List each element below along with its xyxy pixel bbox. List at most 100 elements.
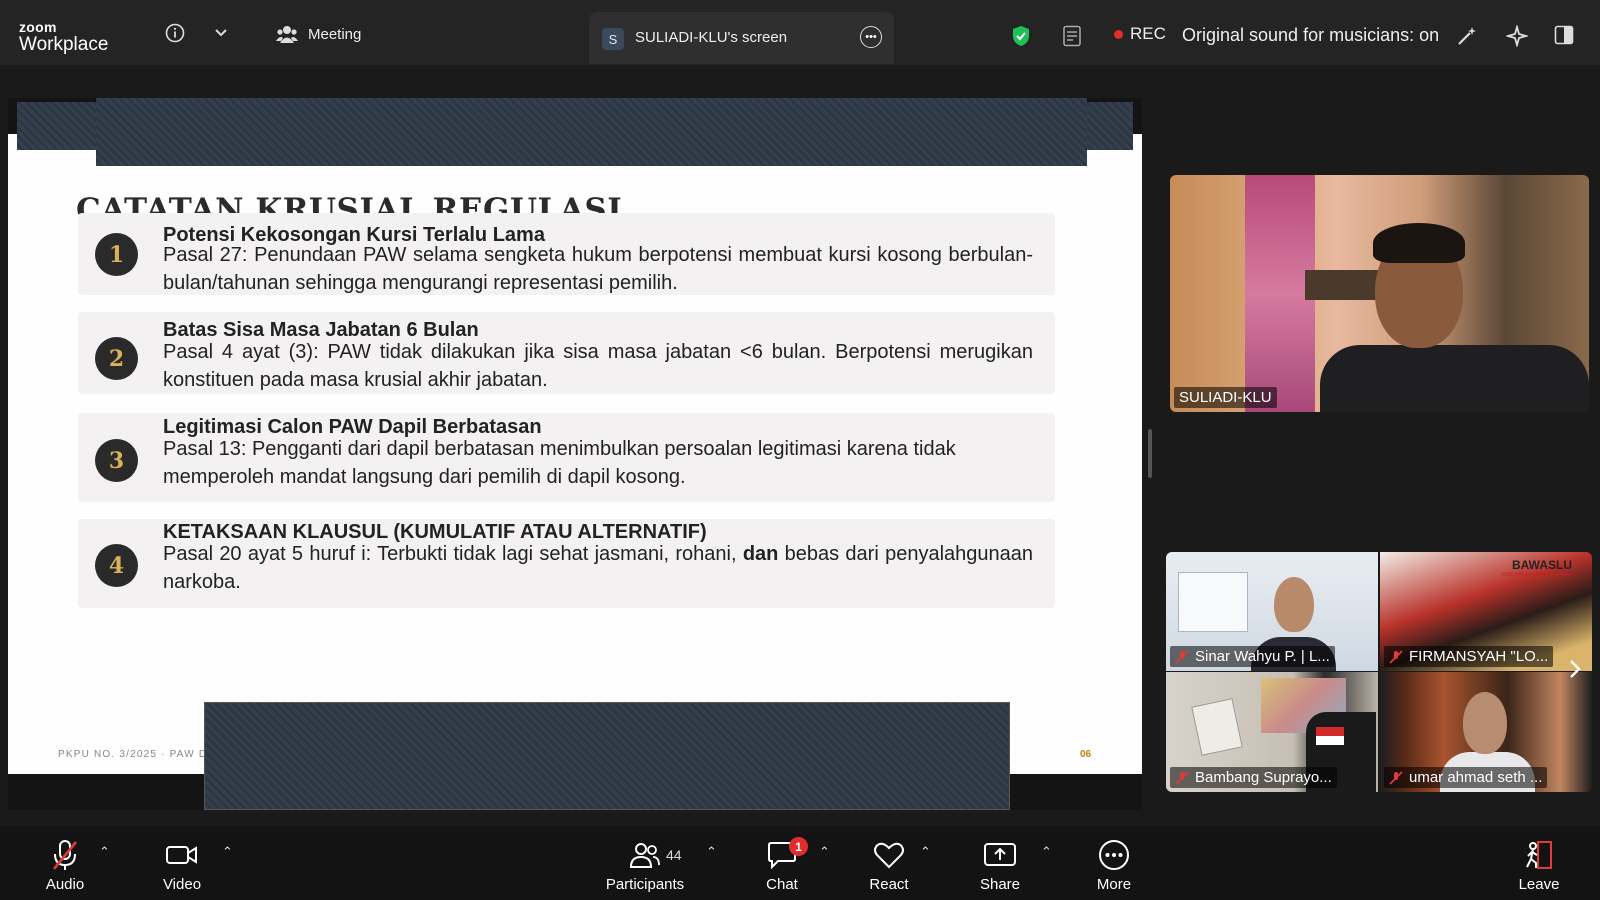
participants-icon	[628, 838, 662, 872]
more-icon	[1098, 838, 1130, 872]
chevron-right-icon[interactable]	[1568, 656, 1582, 687]
participants-button[interactable]: Participants	[600, 826, 690, 900]
share-button[interactable]: Share	[975, 826, 1025, 900]
participant-name-label: Sinar Wahyu P. | L...	[1170, 646, 1335, 667]
background-screen	[1178, 572, 1248, 632]
bawaslu-logo-subtext: KABUPATEN LOMBOK BARAT	[1502, 572, 1573, 578]
original-sound-status[interactable]: Original sound for musicians: on	[1182, 25, 1439, 46]
item-number: 1	[95, 233, 138, 276]
participant-name: Bambang Suprayo...	[1195, 769, 1332, 786]
list-item: 4 KETAKSAAN KLAUSUL (KUMULATIF ATAU ALTE…	[78, 519, 1055, 608]
react-button[interactable]: React	[864, 826, 914, 900]
mic-muted-icon	[1389, 771, 1403, 785]
background-poster	[1191, 698, 1243, 756]
speaker-body	[1320, 345, 1589, 412]
caret-up-icon[interactable]: ⌃	[706, 844, 717, 860]
logo-line2: Workplace	[19, 34, 109, 55]
item-body-bold: dan	[742, 543, 779, 565]
redaction-overlay-bottom	[204, 702, 1010, 810]
zoom-workplace-logo: zoom Workplace	[19, 20, 108, 54]
redaction-overlay-top	[96, 98, 1087, 166]
chat-label: Chat	[766, 876, 798, 893]
participant-video-tile[interactable]: BAWASLU KABUPATEN LOMBOK BARAT FIRMANSYA…	[1380, 552, 1592, 671]
slide-footer-source: PKPU NO. 3/2025 · PAW DP	[58, 749, 216, 760]
video-label: Video	[162, 876, 202, 893]
sharer-initial-badge: S	[602, 28, 624, 50]
list-item: 3 Legitimasi Calon PAW Dapil Berbatasan …	[78, 413, 1055, 502]
info-icon[interactable]	[164, 22, 186, 44]
bawaslu-logo-text: BAWASLU	[1512, 558, 1573, 572]
participant-video-tile[interactable]: umar ahmad seth ...	[1380, 672, 1592, 792]
item-number: 4	[95, 544, 138, 587]
share-label: Share	[979, 876, 1021, 893]
participant-video-tile[interactable]: Sinar Wahyu P. | L...	[1166, 552, 1378, 671]
participant-face	[1274, 577, 1314, 632]
rec-label: REC	[1130, 24, 1166, 43]
more-button[interactable]: More	[1089, 826, 1139, 900]
participant-name: Sinar Wahyu P. | L...	[1195, 648, 1330, 665]
shared-screen-area[interactable]: CATATAN KRUSIAL REGULASI 1 Potensi Kekos…	[8, 98, 1142, 810]
list-item: 2 Batas Sisa Masa Jabatan 6 Bulan Pasal …	[78, 312, 1055, 394]
mic-muted-icon	[1175, 650, 1189, 664]
people-icon	[276, 26, 298, 43]
item-body: Pasal 27: Penundaan PAW selama sengketa …	[163, 244, 1033, 294]
participant-name-label: umar ahmad seth ...	[1384, 767, 1548, 788]
leave-door-icon	[1523, 838, 1555, 872]
presentation-slide: CATATAN KRUSIAL REGULASI 1 Potensi Kekos…	[8, 134, 1142, 774]
logo-line1: zoom	[19, 19, 57, 35]
video-camera-icon	[165, 838, 199, 872]
meeting-menu[interactable]: Meeting	[276, 24, 361, 44]
shared-screen-title: SULIADI-KLU's screen	[635, 29, 788, 46]
leave-button[interactable]: Leave	[1514, 826, 1564, 900]
participants-label: Participants	[605, 876, 685, 893]
participant-name-label: FIRMANSYAH "LO...	[1384, 646, 1554, 667]
participant-video-tile[interactable]: Bambang Suprayo...	[1166, 672, 1378, 792]
participant-name: FIRMANSYAH "LO...	[1409, 648, 1549, 665]
summary-icon[interactable]	[1061, 24, 1083, 48]
video-button[interactable]: Video	[157, 826, 207, 900]
chevron-down-icon[interactable]	[212, 24, 230, 42]
resize-handle[interactable]	[1148, 429, 1152, 478]
speaker-hair	[1373, 223, 1465, 263]
bottom-toolbar: Audio ⌃ Video ⌃ Participants 44 ⌃ Chat 1…	[0, 826, 1600, 900]
more-label: More	[1096, 876, 1132, 893]
chat-unread-badge: 1	[789, 837, 808, 856]
ai-companion-icon[interactable]	[1505, 24, 1529, 48]
audio-button[interactable]: Audio	[40, 826, 90, 900]
speaker-name-label: SULIADI-KLU	[1174, 387, 1277, 408]
meeting-label: Meeting	[308, 25, 362, 43]
magic-wand-icon[interactable]	[1455, 24, 1479, 48]
item-body-pre: Pasal 20 ayat 5 huruf i: Terbukti tidak …	[163, 543, 743, 565]
item-body: Pasal 20 ayat 5 huruf i: Terbukti tidak …	[163, 540, 1033, 596]
audio-label: Audio	[45, 876, 85, 893]
react-label: React	[869, 876, 909, 893]
list-item: 1 Potensi Kekosongan Kursi Terlalu Lama …	[78, 213, 1055, 295]
heart-icon	[873, 838, 905, 872]
active-speaker-video[interactable]: SULIADI-KLU	[1170, 175, 1589, 412]
mic-muted-icon	[1389, 650, 1403, 664]
mic-muted-icon	[50, 838, 80, 872]
slide-page-number: 06	[1080, 749, 1092, 760]
caret-up-icon[interactable]: ⌃	[99, 844, 110, 860]
more-options-icon[interactable]: •••	[860, 26, 882, 48]
mic-muted-icon	[1175, 771, 1189, 785]
item-body: Pasal 4 ayat (3): PAW tidak dilakukan ji…	[163, 341, 1033, 391]
recording-indicator[interactable]: REC	[1114, 24, 1166, 44]
caret-up-icon[interactable]: ⌃	[819, 844, 830, 860]
shared-screen-tab[interactable]: S SULIADI-KLU's screen •••	[589, 12, 894, 64]
side-panel-icon[interactable]	[1553, 24, 1575, 46]
caret-up-icon[interactable]: ⌃	[222, 844, 233, 860]
item-number: 3	[95, 439, 138, 482]
caret-up-icon[interactable]: ⌃	[1041, 844, 1052, 860]
top-bar: zoom Workplace Meeting S SULIADI-KLU's s…	[0, 0, 1600, 65]
item-number: 2	[95, 337, 138, 380]
leave-label: Leave	[1518, 876, 1560, 893]
shield-icon[interactable]	[1010, 24, 1032, 48]
caret-up-icon[interactable]: ⌃	[920, 844, 931, 860]
record-dot-icon	[1114, 29, 1123, 39]
participant-count: 44	[666, 847, 682, 863]
participant-name-label: Bambang Suprayo...	[1170, 767, 1337, 788]
item-body: Pasal 13: Pengganti dari dapil berbatasa…	[163, 438, 956, 488]
participant-face	[1463, 692, 1507, 754]
share-screen-icon	[983, 838, 1017, 872]
